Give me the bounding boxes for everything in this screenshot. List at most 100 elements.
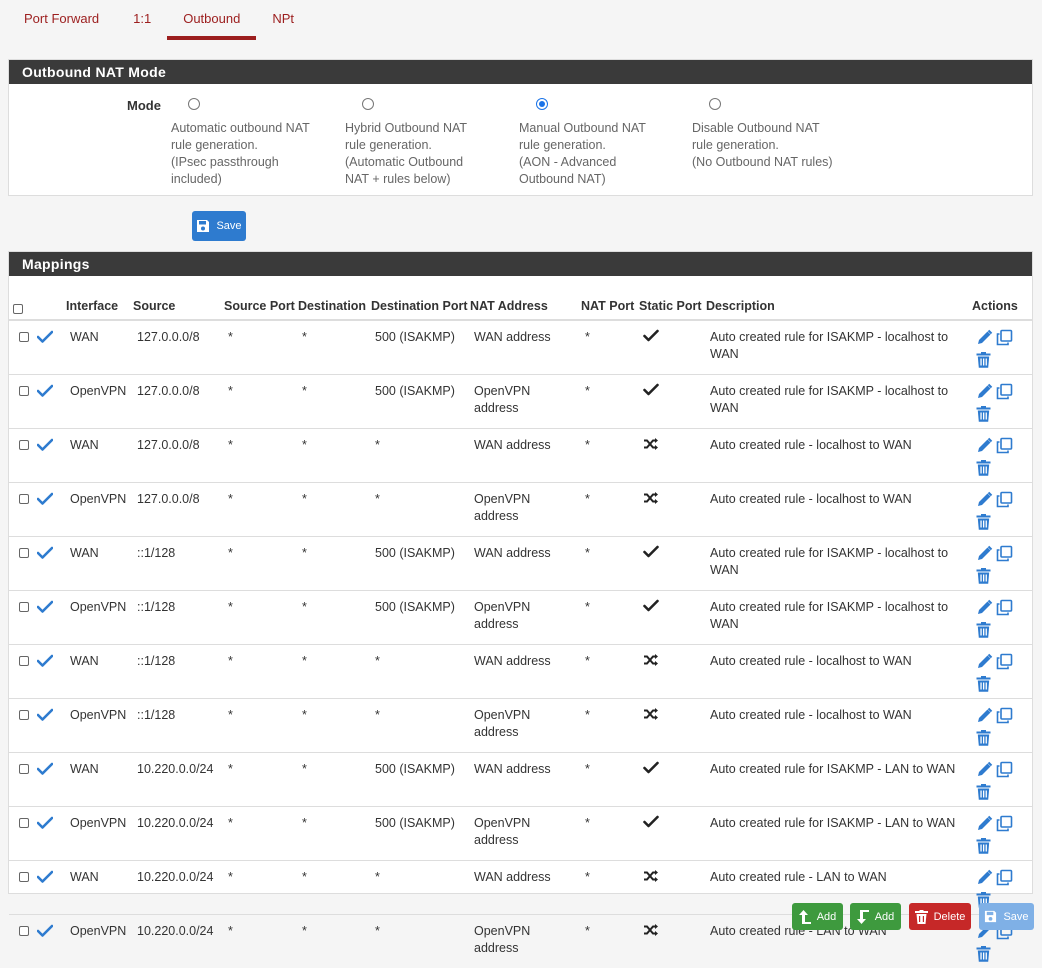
enabled-check-icon[interactable] [37, 492, 65, 510]
edit-pencil-icon[interactable] [976, 869, 993, 891]
tab-outbound[interactable]: Outbound [167, 0, 256, 40]
copy-icon[interactable] [996, 815, 1013, 837]
copy-icon[interactable] [996, 491, 1013, 513]
cell-source: ::1/128 [133, 591, 224, 645]
enabled-check-icon[interactable] [37, 546, 65, 564]
enabled-check-icon[interactable] [37, 600, 65, 618]
table-row[interactable]: OpenVPN::1/128**500 (ISAKMP)OpenVPN addr… [9, 591, 1032, 645]
delete-trash-icon[interactable] [976, 946, 991, 967]
col-destination[interactable]: Destination [298, 276, 371, 320]
edit-pencil-icon[interactable] [976, 491, 993, 513]
delete-trash-icon[interactable] [976, 784, 991, 805]
mode-option-hybrid: Hybrid Outbound NAT rule generation. (Au… [345, 98, 515, 188]
table-row[interactable]: OpenVPN127.0.0.0/8**500 (ISAKMP)OpenVPN … [9, 375, 1032, 429]
mode-option-text: Automatic outbound NAT rule generation. … [171, 120, 341, 188]
delete-button[interactable]: Delete [909, 903, 971, 930]
add-top-button[interactable]: Add [792, 903, 843, 930]
row-checkbox[interactable] [19, 926, 29, 936]
col-source-port[interactable]: Source Port [224, 276, 298, 320]
enabled-check-icon[interactable] [37, 924, 65, 942]
cell-source: 127.0.0.0/8 [133, 429, 224, 483]
row-checkbox[interactable] [19, 818, 29, 828]
mode-radio-automatic[interactable] [188, 98, 200, 110]
enabled-check-icon[interactable] [37, 330, 65, 348]
copy-icon[interactable] [996, 761, 1013, 783]
save-mappings-button[interactable]: Save [979, 903, 1034, 930]
enabled-check-icon[interactable] [37, 762, 65, 780]
table-row[interactable]: OpenVPN10.220.0.0/24**500 (ISAKMP)OpenVP… [9, 807, 1032, 861]
mode-radio-hybrid[interactable] [362, 98, 374, 110]
cell-destination-port: 500 (ISAKMP) [371, 320, 470, 375]
cell-nat-port: * [581, 753, 639, 807]
edit-pencil-icon[interactable] [976, 815, 993, 837]
edit-pencil-icon[interactable] [976, 653, 993, 675]
row-checkbox[interactable] [19, 764, 29, 774]
copy-icon[interactable] [996, 599, 1013, 621]
col-nat-address[interactable]: NAT Address [470, 276, 581, 320]
copy-icon[interactable] [996, 329, 1013, 351]
table-row[interactable]: WAN10.220.0.0/24**500 (ISAKMP)WAN addres… [9, 753, 1032, 807]
copy-icon[interactable] [996, 437, 1013, 459]
tab-one-to-one[interactable]: 1:1 [117, 0, 167, 40]
delete-trash-icon[interactable] [976, 838, 991, 859]
delete-trash-icon[interactable] [976, 406, 991, 427]
nat-tabs: Port Forward 1:1 Outbound NPt [8, 0, 310, 40]
row-checkbox[interactable] [19, 548, 29, 558]
edit-pencil-icon[interactable] [976, 545, 993, 567]
delete-trash-icon[interactable] [976, 352, 991, 373]
delete-trash-icon[interactable] [976, 622, 991, 643]
copy-icon[interactable] [996, 707, 1013, 729]
col-static-port[interactable]: Static Port [639, 276, 706, 320]
mode-radio-manual[interactable] [536, 98, 548, 110]
table-row[interactable]: WAN127.0.0.0/8**500 (ISAKMP)WAN address*… [9, 320, 1032, 375]
enabled-check-icon[interactable] [37, 708, 65, 726]
add-bottom-button[interactable]: Add [850, 903, 901, 930]
table-row[interactable]: WAN::1/128***WAN address*Auto created ru… [9, 645, 1032, 699]
edit-pencil-icon[interactable] [976, 707, 993, 729]
tab-port-forward[interactable]: Port Forward [8, 0, 117, 40]
enabled-check-icon[interactable] [37, 438, 65, 456]
cell-destination-port: 500 (ISAKMP) [371, 537, 470, 591]
edit-pencil-icon[interactable] [976, 599, 993, 621]
col-destination-port[interactable]: Destination Port [371, 276, 470, 320]
select-all-checkbox[interactable] [13, 304, 23, 314]
row-checkbox[interactable] [19, 494, 29, 504]
table-row[interactable]: OpenVPN127.0.0.0/8***OpenVPN address*Aut… [9, 483, 1032, 537]
delete-trash-icon[interactable] [976, 676, 991, 697]
col-nat-port[interactable]: NAT Port [581, 276, 639, 320]
delete-trash-icon[interactable] [976, 730, 991, 751]
delete-trash-icon[interactable] [976, 568, 991, 589]
table-row[interactable]: WAN::1/128**500 (ISAKMP)WAN address*Auto… [9, 537, 1032, 591]
delete-trash-icon[interactable] [976, 460, 991, 481]
edit-pencil-icon[interactable] [976, 329, 993, 351]
enabled-check-icon[interactable] [37, 870, 65, 888]
row-checkbox[interactable] [19, 710, 29, 720]
save-mode-button[interactable]: Save [192, 211, 246, 241]
mode-radio-disable[interactable] [709, 98, 721, 110]
row-checkbox[interactable] [19, 872, 29, 882]
mode-option-disable: Disable Outbound NAT rule generation. (N… [692, 98, 862, 171]
copy-icon[interactable] [996, 383, 1013, 405]
enabled-check-icon[interactable] [37, 816, 65, 834]
copy-icon[interactable] [996, 653, 1013, 675]
row-checkbox[interactable] [19, 386, 29, 396]
col-description[interactable]: Description [706, 276, 972, 320]
tab-npt[interactable]: NPt [256, 0, 310, 40]
edit-pencil-icon[interactable] [976, 761, 993, 783]
row-checkbox[interactable] [19, 656, 29, 666]
copy-icon[interactable] [996, 869, 1013, 891]
row-checkbox[interactable] [19, 602, 29, 612]
cell-nat-address: WAN address [470, 861, 581, 915]
edit-pencil-icon[interactable] [976, 437, 993, 459]
row-checkbox[interactable] [19, 332, 29, 342]
enabled-check-icon[interactable] [37, 654, 65, 672]
delete-trash-icon[interactable] [976, 514, 991, 535]
table-row[interactable]: WAN127.0.0.0/8***WAN address*Auto create… [9, 429, 1032, 483]
enabled-check-icon[interactable] [37, 384, 65, 402]
edit-pencil-icon[interactable] [976, 383, 993, 405]
copy-icon[interactable] [996, 545, 1013, 567]
row-checkbox[interactable] [19, 440, 29, 450]
table-row[interactable]: OpenVPN::1/128***OpenVPN address*Auto cr… [9, 699, 1032, 753]
col-interface[interactable]: Interface [66, 276, 133, 320]
col-source[interactable]: Source [133, 276, 224, 320]
